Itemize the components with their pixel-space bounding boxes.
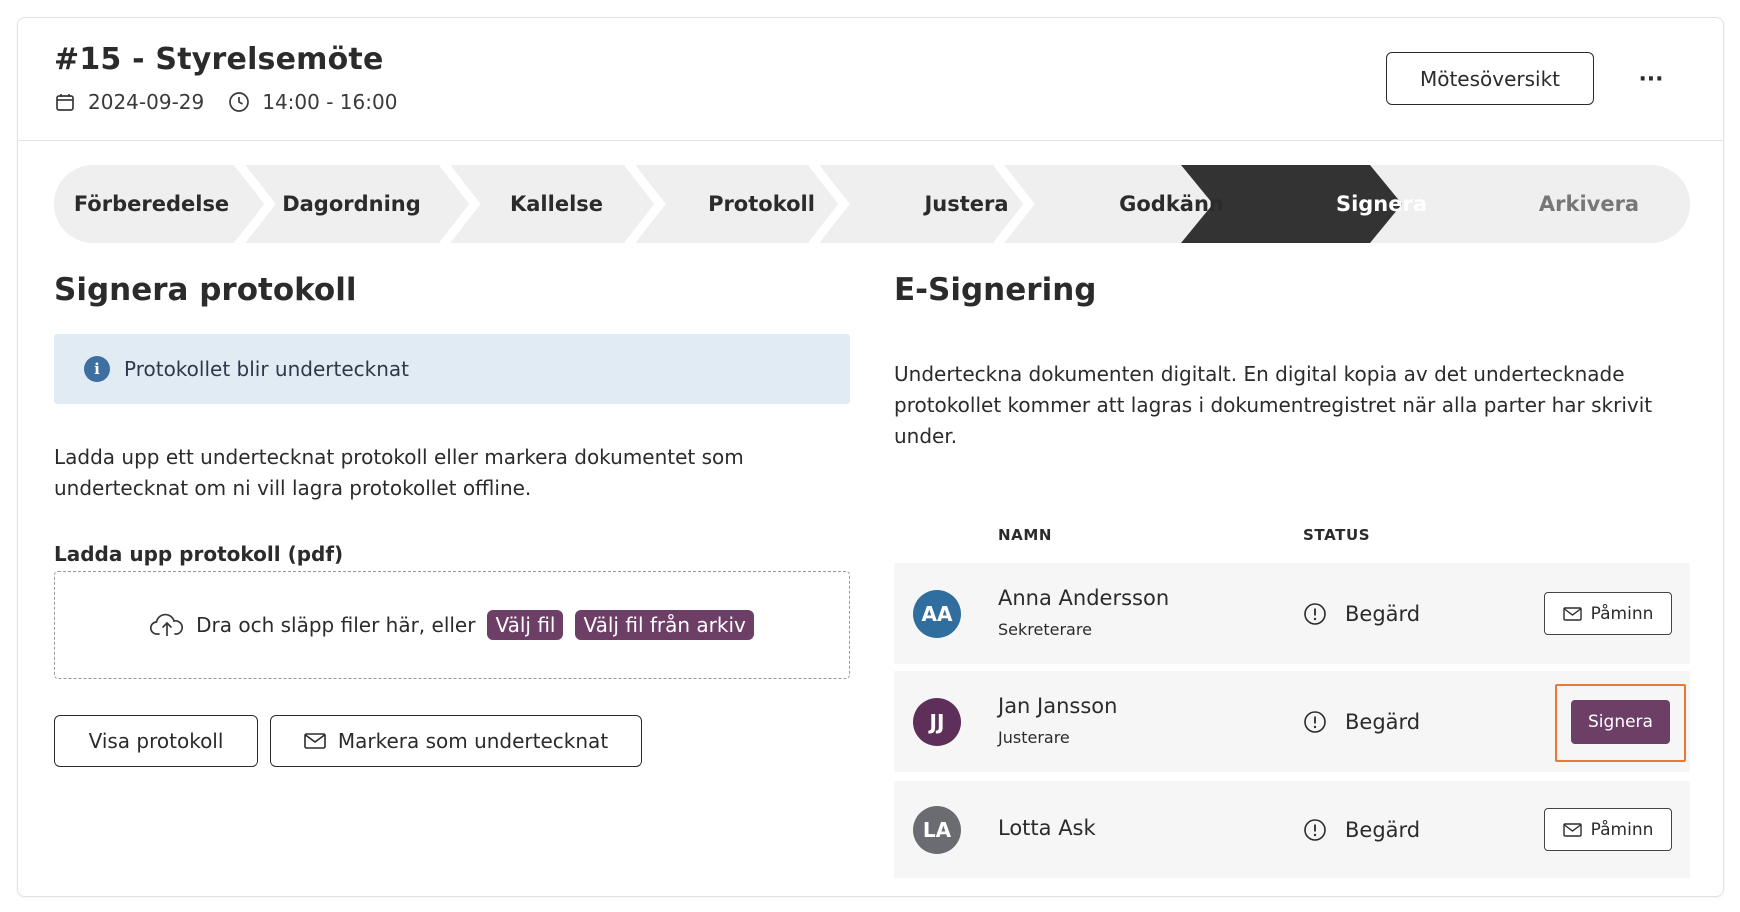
signer-row: LA Lotta Ask Begärd Påminn [894, 781, 1690, 878]
envelope-icon [1562, 606, 1582, 621]
avatar: AA [913, 590, 961, 638]
alert-circle-icon [1303, 818, 1327, 842]
calendar-icon [54, 91, 76, 113]
meeting-title: #15 - Styrelsemöte [54, 42, 384, 77]
meeting-overview-button[interactable]: Mötesöversikt [1386, 52, 1594, 105]
step-justera[interactable]: Justera [864, 165, 1069, 243]
upload-description-line2: undertecknat om ni vill lagra protokolle… [54, 476, 532, 500]
signer-role: Justerare [998, 728, 1070, 747]
info-text: Protokollet blir undertecknat [124, 357, 409, 381]
step-arkivera[interactable]: Arkivera [1494, 165, 1684, 243]
signer-role: Sekreterare [998, 620, 1092, 639]
signer-name: Jan Jansson [998, 694, 1118, 718]
view-protocol-label: Visa protokoll [88, 729, 224, 753]
alert-circle-icon [1303, 602, 1327, 626]
choose-file-button[interactable]: Välj fil [487, 610, 564, 640]
workflow-stepper: Förberedelse Dagordning Kallelse Protoko… [54, 165, 1690, 243]
meeting-date: 2024-09-29 [88, 90, 205, 114]
signer-status-text: Begärd [1345, 709, 1421, 734]
upload-description: Ladda upp ett undertecknat protokoll ell… [54, 442, 744, 504]
e-signing-title: E-Signering [894, 272, 1097, 308]
meeting-card: #15 - Styrelsemöte 2024-09-29 14:00 - 16… [17, 17, 1724, 897]
step-protokoll[interactable]: Protokoll [659, 165, 864, 243]
meeting-header: #15 - Styrelsemöte 2024-09-29 14:00 - 16… [18, 18, 1723, 141]
envelope-icon [304, 733, 326, 749]
e-signing-description-line1: Underteckna dokumenten digitalt. En digi… [894, 362, 1625, 386]
info-banner: i Protokollet blir undertecknat [54, 334, 850, 404]
step-signera[interactable]: Signera [1279, 165, 1484, 243]
signer-status-text: Begärd [1345, 601, 1421, 626]
signer-row: AA Anna Andersson Sekreterare Begärd Påm… [894, 563, 1690, 664]
choose-from-archive-button[interactable]: Välj fil från arkiv [575, 610, 754, 640]
upload-description-line1: Ladda upp ett undertecknat protokoll ell… [54, 445, 744, 469]
sign-protocol-title: Signera protokoll [54, 272, 357, 308]
clock-icon [228, 91, 250, 113]
sign-button[interactable]: Signera [1571, 700, 1670, 744]
e-signing-description-line2: protokollet kommer att lagras i dokument… [894, 393, 1653, 417]
meeting-time: 14:00 - 16:00 [262, 90, 398, 114]
meeting-meta: 2024-09-29 14:00 - 16:00 [54, 90, 397, 114]
e-signing-description-line3: under. [894, 424, 958, 448]
step-kallelse[interactable]: Kallelse [454, 165, 659, 243]
remind-button[interactable]: Påminn [1544, 808, 1672, 851]
mark-as-signed-button[interactable]: Markera som undertecknat [270, 715, 642, 767]
signer-status-text: Begärd [1345, 817, 1421, 842]
alert-circle-icon [1303, 710, 1327, 734]
avatar: LA [913, 806, 961, 854]
file-dropzone[interactable]: Dra och släpp filer här, eller Välj fil … [54, 571, 850, 679]
column-header-name: NAMN [998, 526, 1053, 544]
signer-status: Begärd [1303, 563, 1420, 664]
signer-status: Begärd [1303, 781, 1420, 878]
envelope-icon [1562, 822, 1582, 837]
step-forberedelse[interactable]: Förberedelse [54, 165, 249, 243]
avatar: JJ [913, 698, 961, 746]
signer-status: Begärd [1303, 671, 1420, 772]
more-options-icon[interactable]: ··· [1634, 66, 1668, 92]
signer-name: Anna Andersson [998, 586, 1170, 610]
remind-button[interactable]: Påminn [1544, 592, 1672, 635]
view-protocol-button[interactable]: Visa protokoll [54, 715, 258, 767]
cloud-upload-icon [150, 612, 184, 638]
dropzone-text: Dra och släpp filer här, eller [196, 613, 476, 637]
mark-as-signed-label: Markera som undertecknat [337, 729, 609, 753]
info-icon: i [84, 356, 110, 382]
e-signing-description: Underteckna dokumenten digitalt. En digi… [894, 359, 1652, 452]
upload-label: Ladda upp protokoll (pdf) [54, 542, 344, 566]
column-header-status: STATUS [1303, 526, 1371, 544]
remind-label: Påminn [1590, 819, 1654, 840]
step-godkann[interactable]: Godkänn [1069, 165, 1274, 243]
remind-label: Påminn [1590, 603, 1654, 624]
step-dagordning[interactable]: Dagordning [249, 165, 454, 243]
signer-name: Lotta Ask [998, 816, 1096, 840]
